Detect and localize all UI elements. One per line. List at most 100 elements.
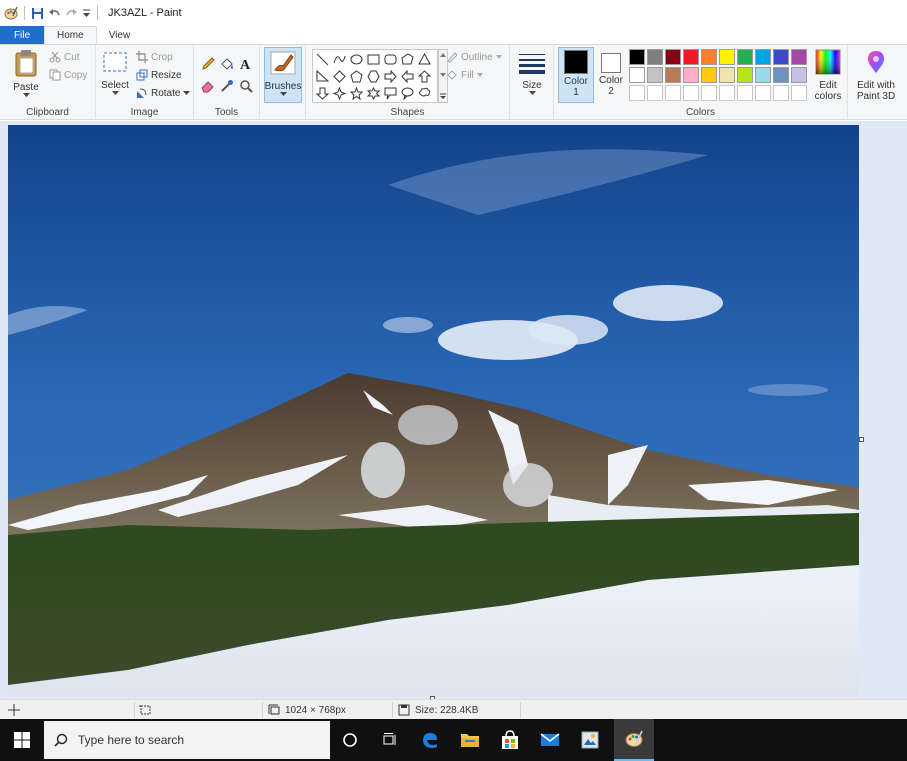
palette-swatch-empty[interactable] [773, 85, 789, 101]
undo-icon[interactable] [48, 7, 61, 20]
tab-file[interactable]: File [0, 26, 44, 44]
shapes-grid [314, 51, 433, 102]
palette-swatch[interactable] [665, 67, 681, 83]
size-button[interactable]: Size [516, 51, 548, 96]
pencil-icon[interactable] [199, 55, 217, 73]
palette-swatch[interactable] [665, 49, 681, 65]
palette-swatch[interactable] [791, 67, 807, 83]
palette-swatch-empty[interactable] [719, 85, 735, 101]
curve-shape-icon[interactable] [331, 51, 348, 68]
palette-swatch-empty[interactable] [755, 85, 771, 101]
file-explorer-button[interactable] [450, 719, 490, 761]
tab-home[interactable]: Home [44, 26, 97, 44]
cursor-position-icon [8, 704, 20, 716]
task-view-button[interactable] [370, 719, 410, 761]
rounded-rectangle-shape-icon[interactable] [382, 51, 399, 68]
palette-swatch[interactable] [737, 49, 753, 65]
palette-swatch[interactable] [701, 67, 717, 83]
image-canvas[interactable] [8, 125, 859, 697]
palette-swatch[interactable] [629, 49, 645, 65]
triangle-shape-icon[interactable] [416, 51, 433, 68]
outline-button[interactable]: Outline [446, 51, 502, 63]
up-arrow-shape-icon[interactable] [416, 68, 433, 85]
crop-button[interactable]: Crop [136, 51, 173, 63]
palette-swatch-empty[interactable] [683, 85, 699, 101]
diamond-shape-icon[interactable] [331, 68, 348, 85]
palette-swatch-empty[interactable] [791, 85, 807, 101]
resize-button[interactable]: Resize [136, 69, 182, 81]
hexagon-shape-icon[interactable] [365, 68, 382, 85]
palette-swatch[interactable] [755, 49, 771, 65]
left-arrow-shape-icon[interactable] [399, 68, 416, 85]
palette-swatch[interactable] [719, 67, 735, 83]
edit-colors-button[interactable]: Edit colors [810, 49, 846, 102]
color2-button[interactable]: Color 2 [594, 49, 628, 97]
paint-taskbar-button[interactable] [614, 719, 654, 761]
clipboard-icon [13, 49, 39, 80]
palette-swatch[interactable] [755, 67, 771, 83]
file-size-text: Size: 228.4KB [415, 704, 479, 716]
palette-swatch[interactable] [647, 67, 663, 83]
cut-button[interactable]: Cut [49, 51, 80, 63]
select-button[interactable]: Select [100, 51, 130, 96]
palette-swatch[interactable] [773, 49, 789, 65]
text-tool-icon[interactable]: A [237, 55, 255, 73]
photos-app-button[interactable] [570, 719, 610, 761]
tools-group-label: Tools [214, 107, 239, 118]
eraser-icon[interactable] [199, 77, 217, 95]
line-shape-icon[interactable] [314, 51, 331, 68]
rectangle-shape-icon[interactable] [365, 51, 382, 68]
right-triangle-shape-icon[interactable] [314, 68, 331, 85]
resize-handle-right[interactable] [859, 437, 864, 442]
palette-swatch[interactable] [647, 49, 663, 65]
oval-shape-icon[interactable] [348, 51, 365, 68]
oval-callout-shape-icon[interactable] [399, 85, 416, 102]
palette-swatch[interactable] [683, 49, 699, 65]
palette-swatch-empty[interactable] [737, 85, 753, 101]
redo-icon[interactable] [65, 7, 78, 20]
paint-app-icon[interactable] [4, 6, 18, 20]
fill-bucket-icon[interactable] [218, 55, 236, 73]
start-button[interactable] [0, 719, 44, 761]
four-point-star-shape-icon[interactable] [331, 85, 348, 102]
six-point-star-shape-icon[interactable] [365, 85, 382, 102]
taskbar-search[interactable]: Type here to search [44, 721, 330, 759]
right-arrow-shape-icon[interactable] [382, 68, 399, 85]
rectangle-callout-shape-icon[interactable] [382, 85, 399, 102]
edit-with-paint3d-button[interactable]: Edit with Paint 3D [850, 49, 902, 102]
palette-swatch-empty[interactable] [665, 85, 681, 101]
save-icon[interactable] [31, 7, 44, 20]
cloud-callout-shape-icon[interactable] [416, 85, 433, 102]
mail-button[interactable] [530, 719, 570, 761]
five-point-star-shape-icon[interactable] [348, 85, 365, 102]
fill-button[interactable]: Fill [446, 69, 483, 81]
brushes-button[interactable]: Brushes [264, 47, 302, 103]
tab-view[interactable]: View [97, 26, 143, 44]
palette-swatch-empty[interactable] [701, 85, 717, 101]
palette-swatch[interactable] [719, 49, 735, 65]
palette-swatch-empty[interactable] [647, 85, 663, 101]
down-arrow-shape-icon[interactable] [314, 85, 331, 102]
expand-gallery-icon[interactable] [440, 93, 446, 99]
palette-swatch[interactable] [629, 67, 645, 83]
fill-label: Fill [461, 69, 474, 81]
store-button[interactable] [490, 719, 530, 761]
customize-toolbar-icon[interactable] [82, 8, 91, 18]
copy-button[interactable]: Copy [49, 69, 87, 81]
palette-swatch[interactable] [791, 49, 807, 65]
pentagon-shape-icon[interactable] [348, 68, 365, 85]
canvas-workspace[interactable] [0, 121, 907, 701]
rotate-button[interactable]: Rotate [136, 87, 191, 99]
cortana-button[interactable] [330, 719, 370, 761]
palette-swatch[interactable] [737, 67, 753, 83]
palette-swatch-empty[interactable] [629, 85, 645, 101]
polygon-shape-icon[interactable] [399, 51, 416, 68]
palette-swatch[interactable] [683, 67, 699, 83]
palette-swatch[interactable] [773, 67, 789, 83]
magnifier-icon[interactable] [237, 77, 255, 95]
palette-swatch[interactable] [701, 49, 717, 65]
color1-button[interactable]: Color 1 [558, 47, 594, 103]
color-picker-icon[interactable] [218, 77, 236, 95]
edge-browser-button[interactable] [410, 719, 450, 761]
paste-button[interactable]: Paste [8, 49, 44, 98]
